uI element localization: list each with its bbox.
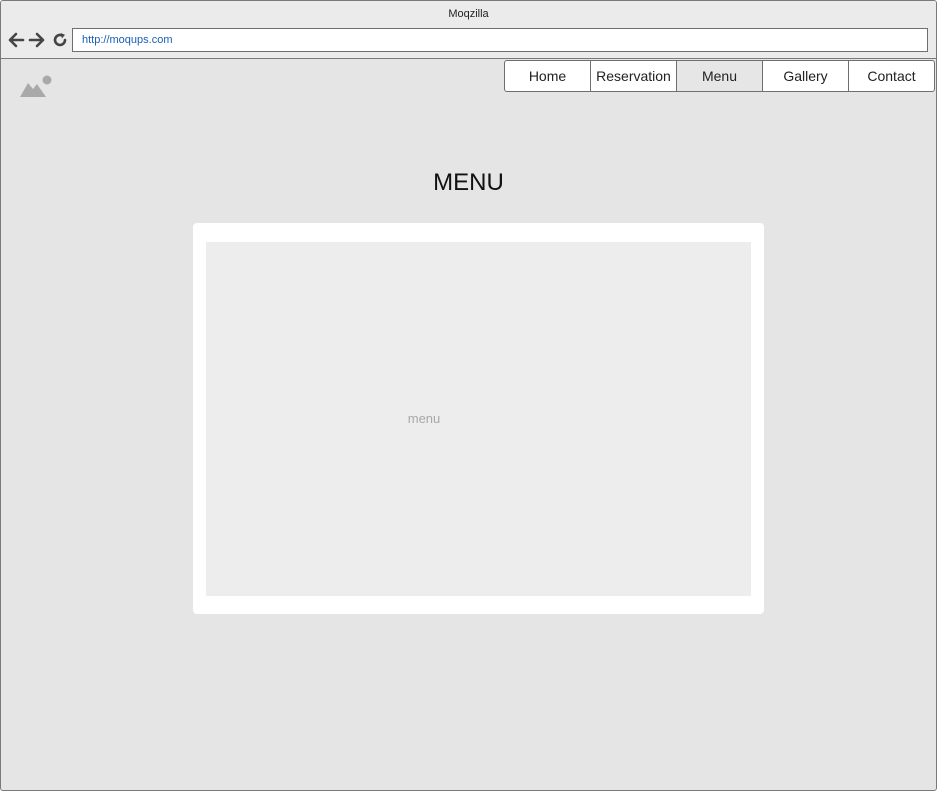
- nav-item-label: Menu: [701, 68, 738, 84]
- nav-item-gallery[interactable]: Gallery: [763, 60, 849, 92]
- page-title: MENU: [433, 169, 504, 196]
- menu-placeholder-text: menu: [407, 411, 441, 426]
- nav-item-home[interactable]: Home: [504, 60, 591, 92]
- reload-icon[interactable]: [51, 31, 69, 49]
- address-bar[interactable]: http://moqups.com: [72, 28, 928, 52]
- nav-item-label: Home: [528, 68, 567, 84]
- back-arrow-icon[interactable]: [7, 31, 25, 49]
- nav-item-contact[interactable]: Contact: [849, 60, 935, 92]
- menu-panel: menu: [193, 223, 764, 614]
- nav-item-label: Contact: [867, 68, 916, 84]
- nav-item-menu[interactable]: Menu: [677, 60, 763, 92]
- window-title: Moqzilla: [448, 8, 489, 20]
- nav-menu: Home Reservation Menu Gallery Contact: [504, 60, 935, 92]
- image-placeholder-icon: [20, 75, 52, 97]
- address-url: http://moqups.com: [82, 34, 173, 46]
- nav-item-reservation[interactable]: Reservation: [591, 60, 677, 92]
- forward-arrow-icon[interactable]: [28, 31, 46, 49]
- nav-item-label: Reservation: [596, 68, 671, 84]
- nav-item-label: Gallery: [783, 68, 828, 84]
- menu-placeholder-box: menu: [206, 242, 751, 596]
- browser-titlebar: Moqzilla http://moqups.com: [1, 1, 936, 59]
- browser-window: Moqzilla http://moqups.com Home Reservat…: [0, 0, 937, 791]
